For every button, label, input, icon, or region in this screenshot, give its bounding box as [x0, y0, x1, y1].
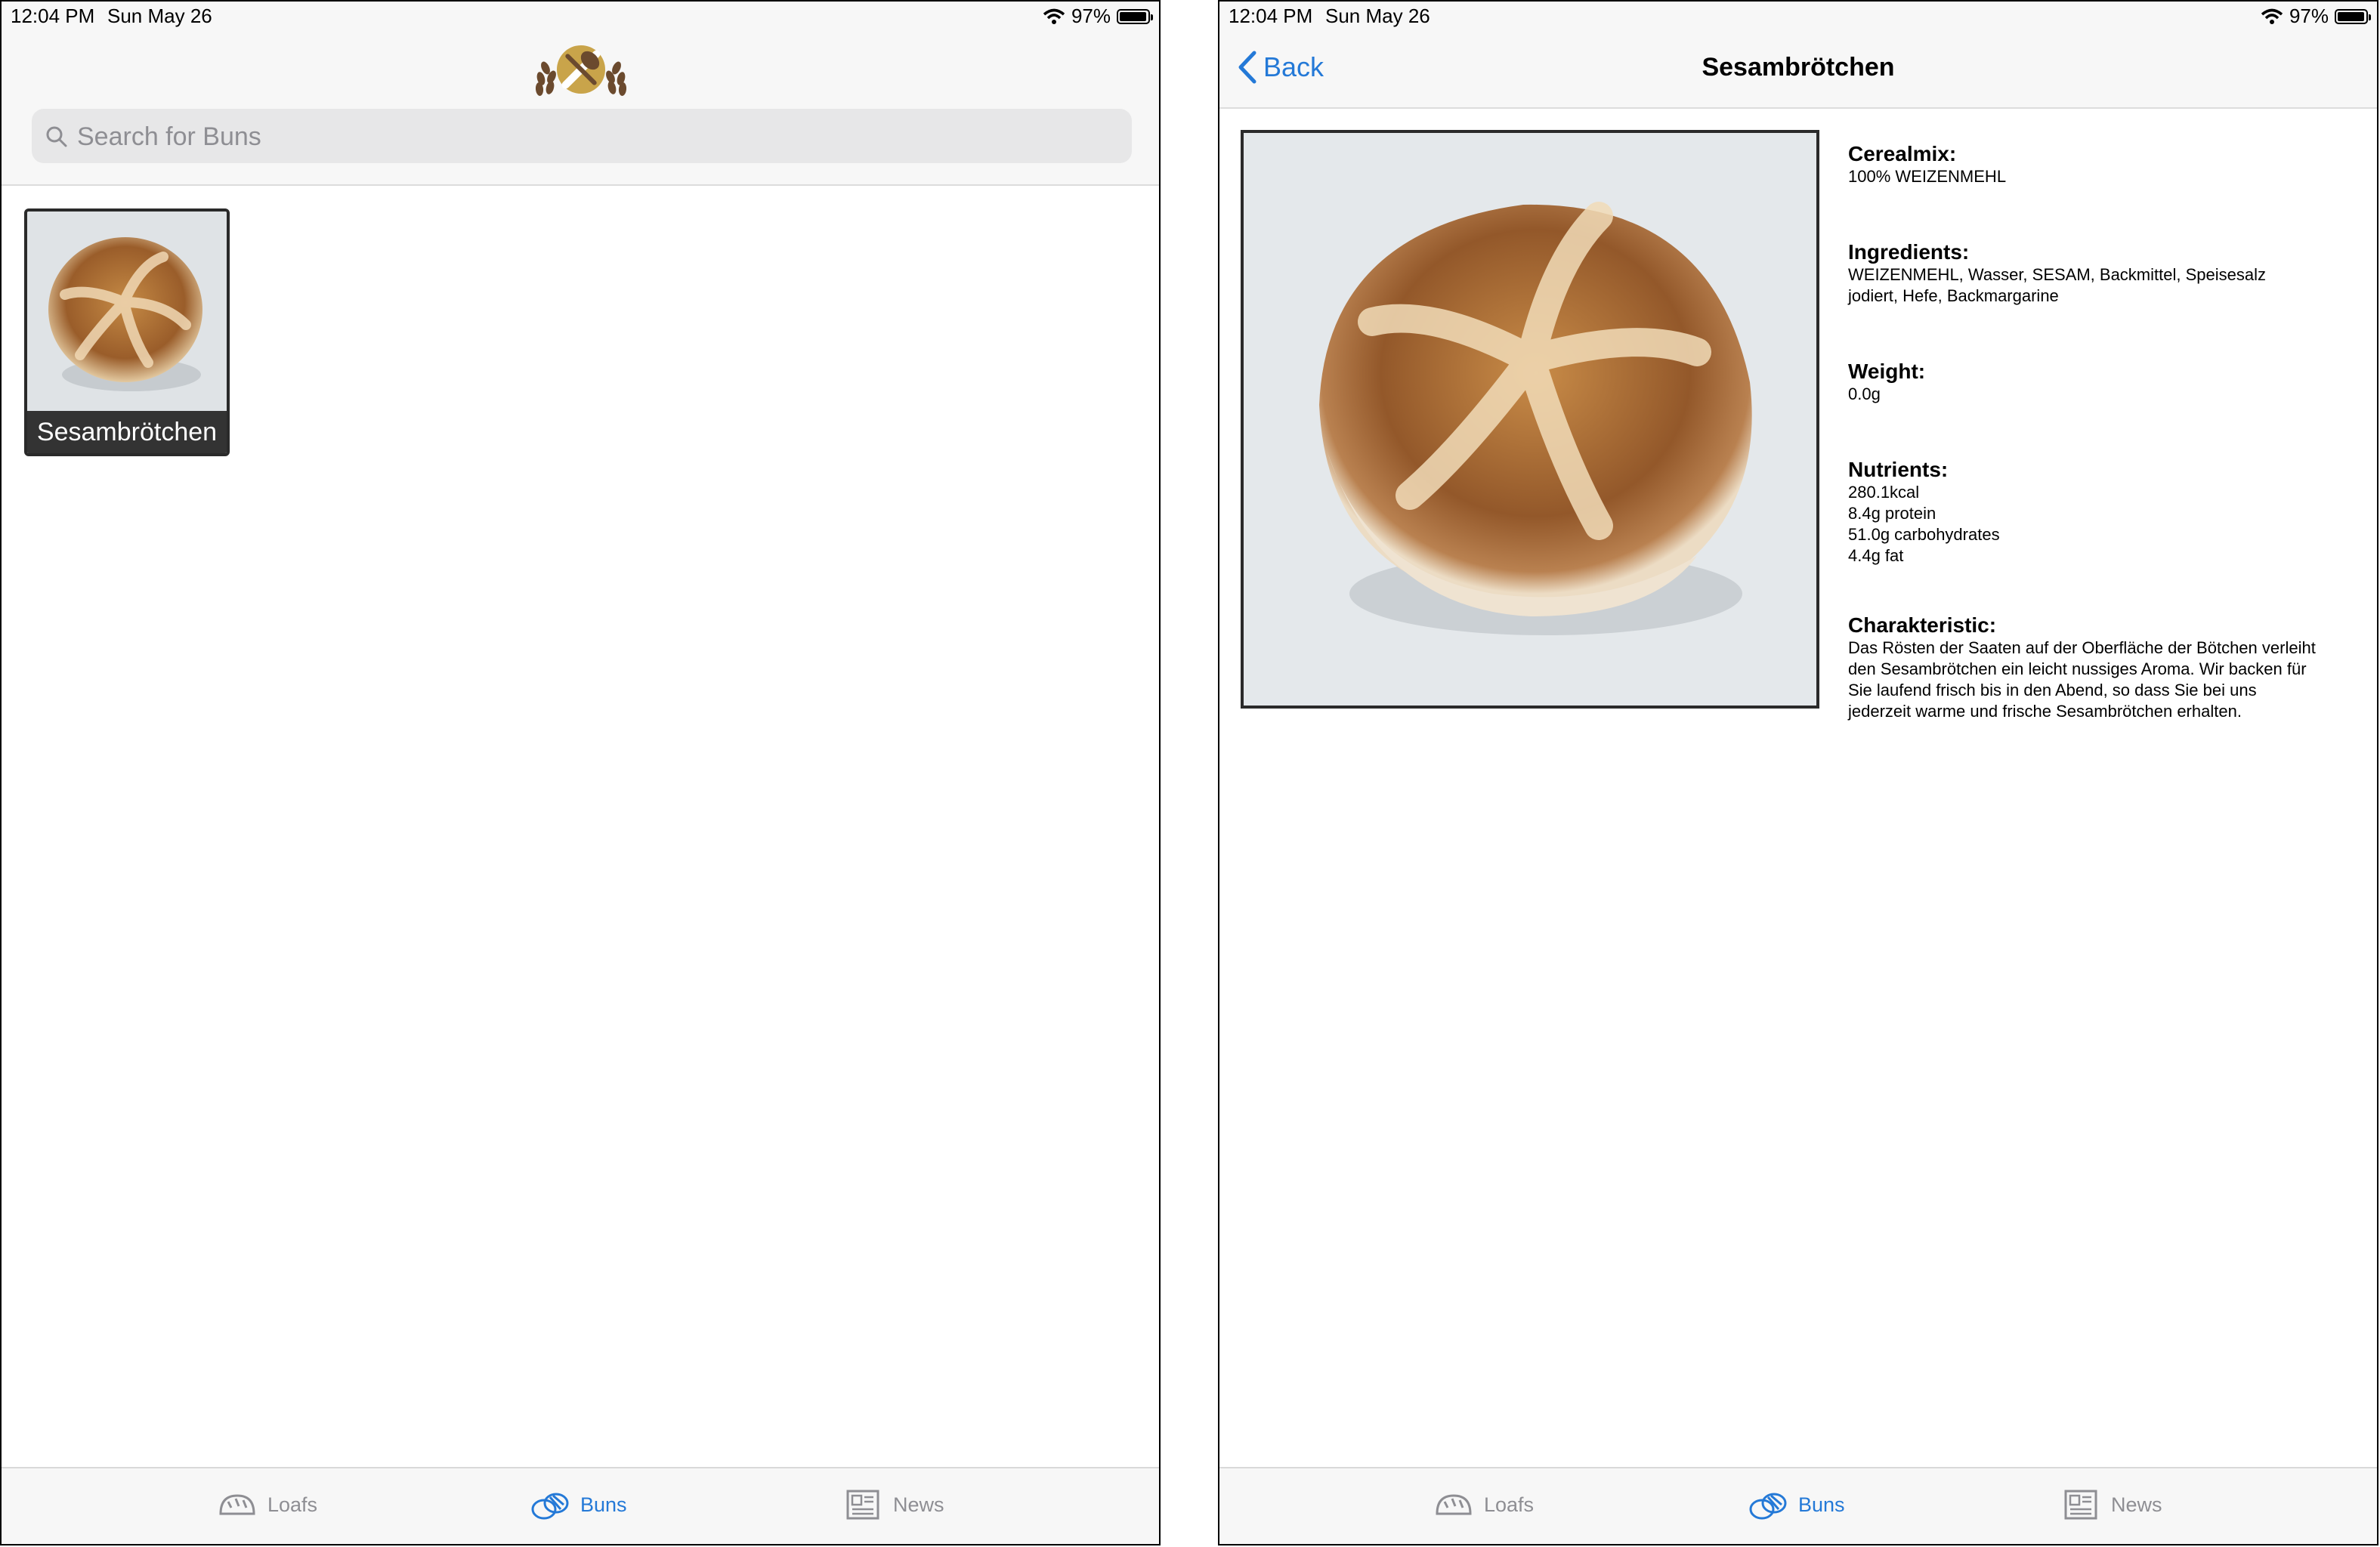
bakery-logo-icon	[535, 45, 627, 96]
loaf-icon	[1436, 1494, 1472, 1515]
battery-icon	[2335, 8, 2371, 24]
bun-detail-screen: 12:04 PM Sun May 26 97% Back Sesambrötch…	[1218, 0, 2378, 1545]
nutrients-section: Nutrients: 280.1kcal 8.4g protein 51.0g …	[1848, 458, 2369, 567]
bun-tile-caption: Sesambrötchen	[27, 411, 227, 453]
status-right: 97%	[2261, 5, 2371, 28]
characteristic-line: Sie laufend frisch bis in den Abend, so …	[1848, 681, 2257, 699]
characteristic-line: den Sesambrötchen ein leicht nussiges Ar…	[1848, 659, 2307, 678]
bun-details: Cerealmix: 100% WEIZENMEHL Ingredients: …	[1848, 142, 2369, 775]
tab-loafs[interactable]: Loafs	[1434, 1488, 1534, 1521]
status-right: 97%	[1043, 5, 1153, 28]
bun-tile[interactable]: Sesambrötchen	[24, 208, 230, 456]
status-date: Sun May 26	[1325, 5, 1430, 27]
wifi-icon	[1043, 8, 1065, 24]
tab-buns[interactable]: Buns	[1748, 1488, 1845, 1521]
nutrient-kcal: 280.1kcal	[1848, 483, 1920, 502]
tab-loafs-label: Loafs	[1484, 1493, 1535, 1516]
battery-percent: 97%	[2289, 5, 2329, 27]
news-icon	[846, 1490, 879, 1520]
characteristic-line: jederzeit warme und frische Sesambrötche…	[1848, 702, 2242, 721]
list-header: 12:04 PM Sun May 26 97%	[2, 2, 1159, 186]
cerealmix-section: Cerealmix: 100% WEIZENMEHL	[1848, 142, 2369, 187]
buns-icon	[531, 1493, 569, 1520]
tab-buns-label: Buns	[1798, 1493, 1845, 1516]
characteristic-label: Charakteristic:	[1848, 613, 1997, 637]
weight-value: 0.0g	[1848, 384, 1881, 403]
tab-news[interactable]: News	[2061, 1488, 2162, 1521]
status-time: 12:04 PM	[11, 5, 95, 27]
news-icon	[2064, 1490, 2097, 1520]
detail-nav-bar: 12:04 PM Sun May 26 97% Back Sesambrötch…	[1219, 2, 2377, 109]
ingredients-line: jodiert, Hefe, Backmargarine	[1848, 286, 2059, 305]
search-icon	[46, 126, 67, 147]
status-bar: 12:04 PM Sun May 26 97%	[1219, 2, 2377, 32]
tab-news-label: News	[893, 1493, 944, 1516]
characteristic-section: Charakteristic: Das Rösten der Saaten au…	[1848, 613, 2369, 722]
tab-bar: Loafs Buns News	[2, 1467, 1159, 1544]
search-bar[interactable]	[32, 109, 1132, 165]
cerealmix-label: Cerealmix:	[1848, 142, 1957, 165]
nutrient-protein: 8.4g protein	[1848, 504, 1936, 523]
tab-buns[interactable]: Buns	[530, 1488, 627, 1521]
ingredients-section: Ingredients: WEIZENMEHL, Wasser, SESAM, …	[1848, 240, 2369, 307]
characteristic-line: Das Rösten der Saaten auf der Oberfläche…	[1848, 638, 2316, 657]
nutrients-label: Nutrients:	[1848, 458, 1949, 481]
ingredients-label: Ingredients:	[1848, 240, 1970, 264]
bun-detail-image	[1241, 130, 1819, 709]
tab-bar: Loafs Buns News	[1219, 1467, 2377, 1544]
wifi-icon	[2261, 8, 2283, 24]
tab-news-label: News	[2111, 1493, 2162, 1516]
status-date: Sun May 26	[107, 5, 212, 27]
weight-label: Weight:	[1848, 360, 1926, 383]
bun-list-screen: 12:04 PM Sun May 26 97% Search for Buns …	[0, 0, 1161, 1545]
page-title: Sesambrötchen	[1702, 53, 1895, 82]
weight-section: Weight: 0.0g	[1848, 360, 2369, 405]
bun-thumbnail-image	[27, 212, 227, 414]
ingredients-line: WEIZENMEHL, Wasser, SESAM, Backmittel, S…	[1848, 265, 2266, 284]
battery-percent: 97%	[1071, 5, 1111, 27]
loaf-icon	[219, 1494, 255, 1515]
tab-loafs-label: Loafs	[267, 1493, 318, 1516]
search-input[interactable]	[76, 109, 1061, 165]
buns-icon	[1749, 1493, 1787, 1520]
nutrient-carbohydrates: 51.0g carbohydrates	[1848, 525, 2000, 544]
cerealmix-value: 100% WEIZENMEHL	[1848, 167, 2007, 186]
tab-buns-label: Buns	[580, 1493, 627, 1516]
nutrient-fat: 4.4g fat	[1848, 546, 1904, 565]
battery-icon	[1117, 8, 1153, 24]
status-bar: 12:04 PM Sun May 26 97%	[2, 2, 1159, 32]
tab-loafs[interactable]: Loafs	[218, 1488, 317, 1521]
status-time: 12:04 PM	[1229, 5, 1313, 27]
tab-news[interactable]: News	[843, 1488, 944, 1521]
